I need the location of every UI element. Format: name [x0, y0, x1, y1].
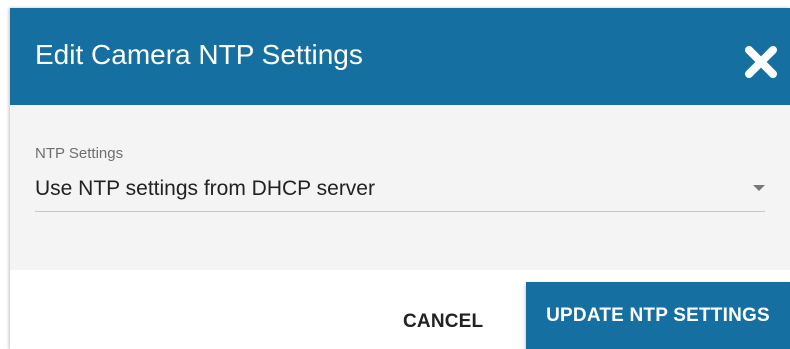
- dropdown-caret-icon: [753, 185, 765, 191]
- dialog-body: NTP Settings Use NTP settings from DHCP …: [10, 105, 790, 270]
- close-button[interactable]: [743, 44, 779, 80]
- dialog-footer: CANCEL UPDATE NTP SETTINGS: [10, 270, 790, 349]
- cancel-button[interactable]: CANCEL: [383, 294, 503, 349]
- screen: Edit Camera NTP Settings NTP Settings Us…: [0, 0, 790, 349]
- close-x-icon: [745, 46, 777, 78]
- dialog-header: Edit Camera NTP Settings: [10, 8, 790, 105]
- update-ntp-settings-button[interactable]: UPDATE NTP SETTINGS: [526, 282, 790, 349]
- ntp-settings-select[interactable]: Use NTP settings from DHCP server: [35, 171, 765, 212]
- edit-ntp-dialog: Edit Camera NTP Settings NTP Settings Us…: [10, 8, 790, 349]
- ntp-settings-label: NTP Settings: [35, 145, 124, 162]
- dialog-title: Edit Camera NTP Settings: [35, 39, 363, 70]
- ntp-settings-value: Use NTP settings from DHCP server: [35, 177, 375, 200]
